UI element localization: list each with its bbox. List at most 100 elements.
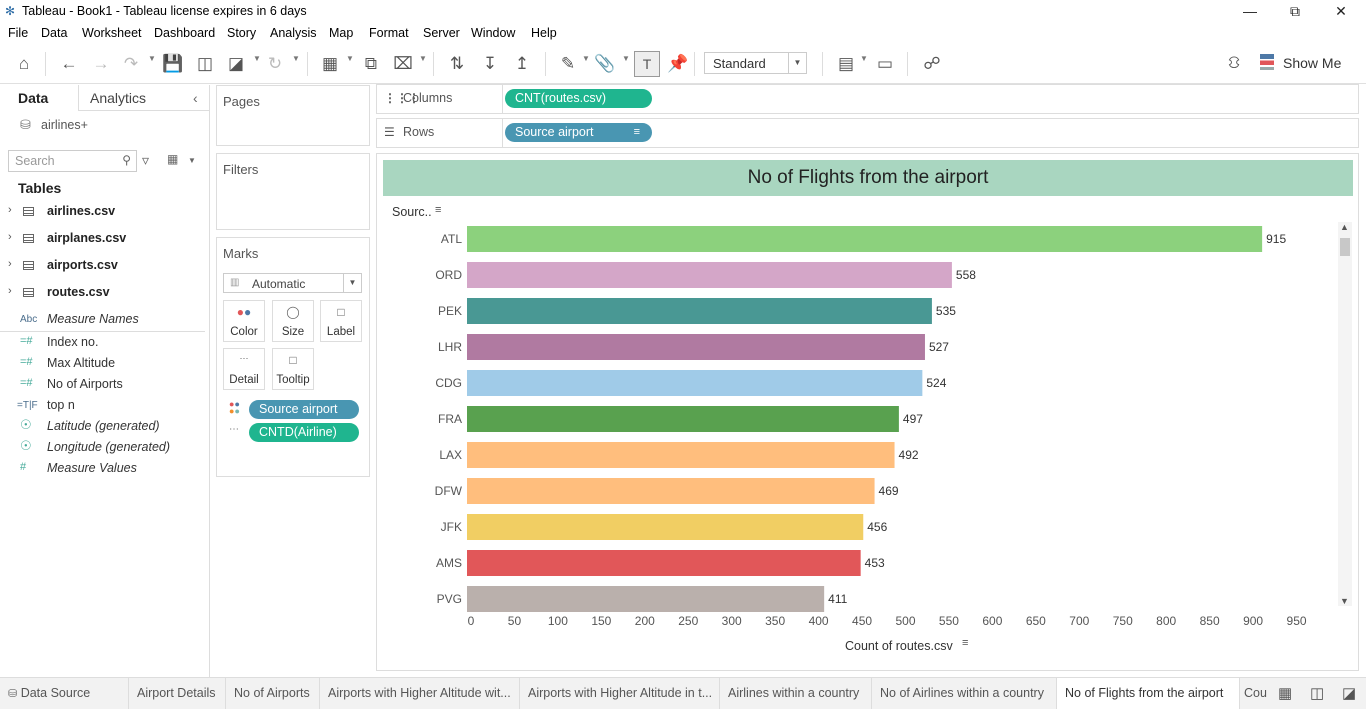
table-item-airlines[interactable]: › airlines.csv bbox=[0, 201, 205, 223]
color-button[interactable]: ●● Color bbox=[223, 300, 265, 342]
chevron-down-icon[interactable]: ▼ bbox=[148, 54, 156, 63]
row-header-label[interactable]: Sourc.. bbox=[392, 205, 432, 219]
new-worksheet-icon[interactable]: ▦ bbox=[317, 51, 343, 77]
table-item-airplanes[interactable]: › airplanes.csv bbox=[0, 228, 205, 250]
tab-analytics[interactable]: Analytics bbox=[90, 90, 146, 106]
menu-story[interactable]: Story bbox=[227, 26, 256, 40]
menu-dashboard[interactable]: Dashboard bbox=[154, 26, 215, 40]
tab-airports-higher-altitude-2[interactable]: Airports with Higher Altitude in t... bbox=[520, 678, 720, 709]
category-label[interactable]: PEK bbox=[438, 304, 462, 318]
menu-window[interactable]: Window bbox=[471, 26, 515, 40]
sort-ascending-icon[interactable]: ↧ bbox=[477, 51, 503, 77]
category-label[interactable]: LHR bbox=[438, 340, 462, 354]
home-icon[interactable]: ⌂ bbox=[11, 51, 37, 77]
category-label[interactable]: FRA bbox=[438, 412, 462, 426]
swap-rows-columns-icon[interactable]: ⇅ bbox=[444, 51, 470, 77]
menu-data[interactable]: Data bbox=[41, 26, 67, 40]
bar[interactable] bbox=[467, 334, 925, 360]
category-label[interactable]: LAX bbox=[439, 448, 462, 462]
tab-no-of-airlines-within-country[interactable]: No of Airlines within a country bbox=[872, 678, 1057, 709]
menu-format[interactable]: Format bbox=[369, 26, 409, 40]
new-dashboard-icon[interactable]: ◫ bbox=[1310, 684, 1324, 702]
chevron-right-icon[interactable]: › bbox=[8, 204, 12, 216]
category-label[interactable]: PVG bbox=[437, 592, 462, 606]
category-label[interactable]: JFK bbox=[441, 520, 462, 534]
field-latitude[interactable]: ☉ Latitude (generated) bbox=[0, 417, 205, 437]
filters-card[interactable]: Filters bbox=[216, 153, 370, 230]
tab-airlines-within-country[interactable]: Airlines within a country bbox=[720, 678, 872, 709]
new-worksheet-icon[interactable]: ▦ bbox=[1278, 684, 1292, 702]
tab-cou[interactable]: Cou bbox=[1240, 678, 1270, 709]
chevron-right-icon[interactable]: › bbox=[8, 285, 12, 297]
sort-descending-icon[interactable]: ↥ bbox=[509, 51, 535, 77]
sort-icon[interactable]: ≡ bbox=[435, 204, 441, 216]
field-index-no[interactable]: =# Index no. bbox=[0, 333, 205, 353]
bar[interactable] bbox=[467, 550, 861, 576]
rows-shelf[interactable]: ☰ Rows Source airport ≡ bbox=[376, 118, 1359, 148]
tab-data-source[interactable]: ⛁ Data Source bbox=[0, 678, 129, 709]
mark-type-dropdown[interactable]: ▥ Automatic ▼ bbox=[223, 273, 362, 293]
table-item-routes[interactable]: › routes.csv bbox=[0, 282, 205, 304]
table-item-airports[interactable]: › airports.csv bbox=[0, 255, 205, 277]
chevron-down-icon[interactable]: ▼ bbox=[419, 54, 427, 63]
redo-icon[interactable]: → bbox=[88, 51, 114, 77]
datasource-name[interactable]: airlines+ bbox=[41, 118, 88, 132]
menu-map[interactable]: Map bbox=[329, 26, 353, 40]
group-members-icon[interactable]: 📎 bbox=[592, 51, 618, 77]
bar[interactable] bbox=[467, 442, 895, 468]
share-icon[interactable]: ☍ bbox=[919, 51, 945, 77]
search-input[interactable]: Search ⚲ bbox=[8, 150, 137, 172]
field-longitude[interactable]: ☉ Longitude (generated) bbox=[0, 438, 205, 458]
view-options-icon[interactable]: ▦ bbox=[167, 152, 178, 166]
minimize-button[interactable]: — bbox=[1227, 0, 1273, 22]
chevron-right-icon[interactable]: › bbox=[8, 231, 12, 243]
replay-icon[interactable]: ↷ bbox=[118, 51, 144, 77]
collapse-pane-icon[interactable]: ‹ bbox=[193, 90, 198, 106]
category-label[interactable]: CDG bbox=[435, 376, 462, 390]
chevron-down-icon[interactable]: ▼ bbox=[292, 54, 300, 63]
show-cards-icon[interactable]: ▤ bbox=[833, 51, 859, 77]
field-max-altitude[interactable]: =# Max Altitude bbox=[0, 354, 205, 374]
scrollbar-thumb[interactable] bbox=[1340, 238, 1350, 256]
detail-button[interactable]: ⋯ Detail bbox=[223, 348, 265, 390]
presentation-mode-icon[interactable]: ▭ bbox=[872, 51, 898, 77]
chevron-down-icon[interactable]: ▼ bbox=[188, 156, 196, 165]
chevron-down-icon[interactable]: ▼ bbox=[582, 54, 590, 63]
menu-analysis[interactable]: Analysis bbox=[270, 26, 317, 40]
marks-pill-source-airport[interactable]: Source airport bbox=[249, 400, 359, 419]
bar[interactable] bbox=[467, 370, 923, 396]
bar[interactable] bbox=[467, 298, 932, 324]
tab-data[interactable]: Data bbox=[18, 90, 48, 106]
fit-dropdown[interactable]: Standard ▼ bbox=[704, 52, 807, 74]
size-button[interactable]: ◯ Size bbox=[272, 300, 314, 342]
columns-pill[interactable]: CNT(routes.csv) bbox=[505, 89, 652, 108]
highlight-icon[interactable]: ✎ bbox=[555, 51, 581, 77]
category-label[interactable]: ORD bbox=[435, 268, 462, 282]
category-label[interactable]: AMS bbox=[436, 556, 462, 570]
field-measure-names[interactable]: Abc Measure Names bbox=[0, 310, 205, 332]
chevron-down-icon[interactable]: ▼ bbox=[860, 54, 868, 63]
restore-button[interactable]: ⧉ bbox=[1272, 0, 1318, 22]
filter-icon[interactable]: ▿ bbox=[142, 152, 149, 169]
menu-file[interactable]: File bbox=[8, 26, 28, 40]
undo-icon[interactable]: ← bbox=[56, 51, 82, 77]
scroll-down-icon[interactable]: ▼ bbox=[1340, 596, 1349, 606]
tooltip-button[interactable]: □ Tooltip bbox=[272, 348, 314, 390]
pages-card[interactable]: Pages bbox=[216, 85, 370, 146]
menu-server[interactable]: Server bbox=[423, 26, 460, 40]
save-icon[interactable]: 💾 bbox=[160, 51, 186, 77]
tab-no-of-airports[interactable]: No of Airports bbox=[226, 678, 320, 709]
rows-pill[interactable]: Source airport ≡ bbox=[505, 123, 652, 142]
new-datasource-icon[interactable]: ◫ bbox=[192, 51, 218, 77]
tab-airports-higher-altitude-1[interactable]: Airports with Higher Altitude wit... bbox=[320, 678, 520, 709]
close-window-button[interactable]: ✕ bbox=[1318, 0, 1364, 22]
bar[interactable] bbox=[467, 406, 899, 432]
refresh-icon[interactable]: ↻ bbox=[262, 51, 288, 77]
category-label[interactable]: DFW bbox=[435, 484, 463, 498]
vertical-scrollbar[interactable]: ▲ ▼ bbox=[1338, 222, 1352, 606]
tab-no-of-flights-from-airport[interactable]: No of Flights from the airport bbox=[1057, 678, 1240, 709]
pin-axes-icon[interactable]: 📌 bbox=[665, 51, 691, 77]
clear-sheet-icon[interactable]: ⌧ bbox=[390, 51, 416, 77]
tab-airport-details[interactable]: Airport Details bbox=[129, 678, 226, 709]
label-button[interactable]: □ Label bbox=[320, 300, 362, 342]
